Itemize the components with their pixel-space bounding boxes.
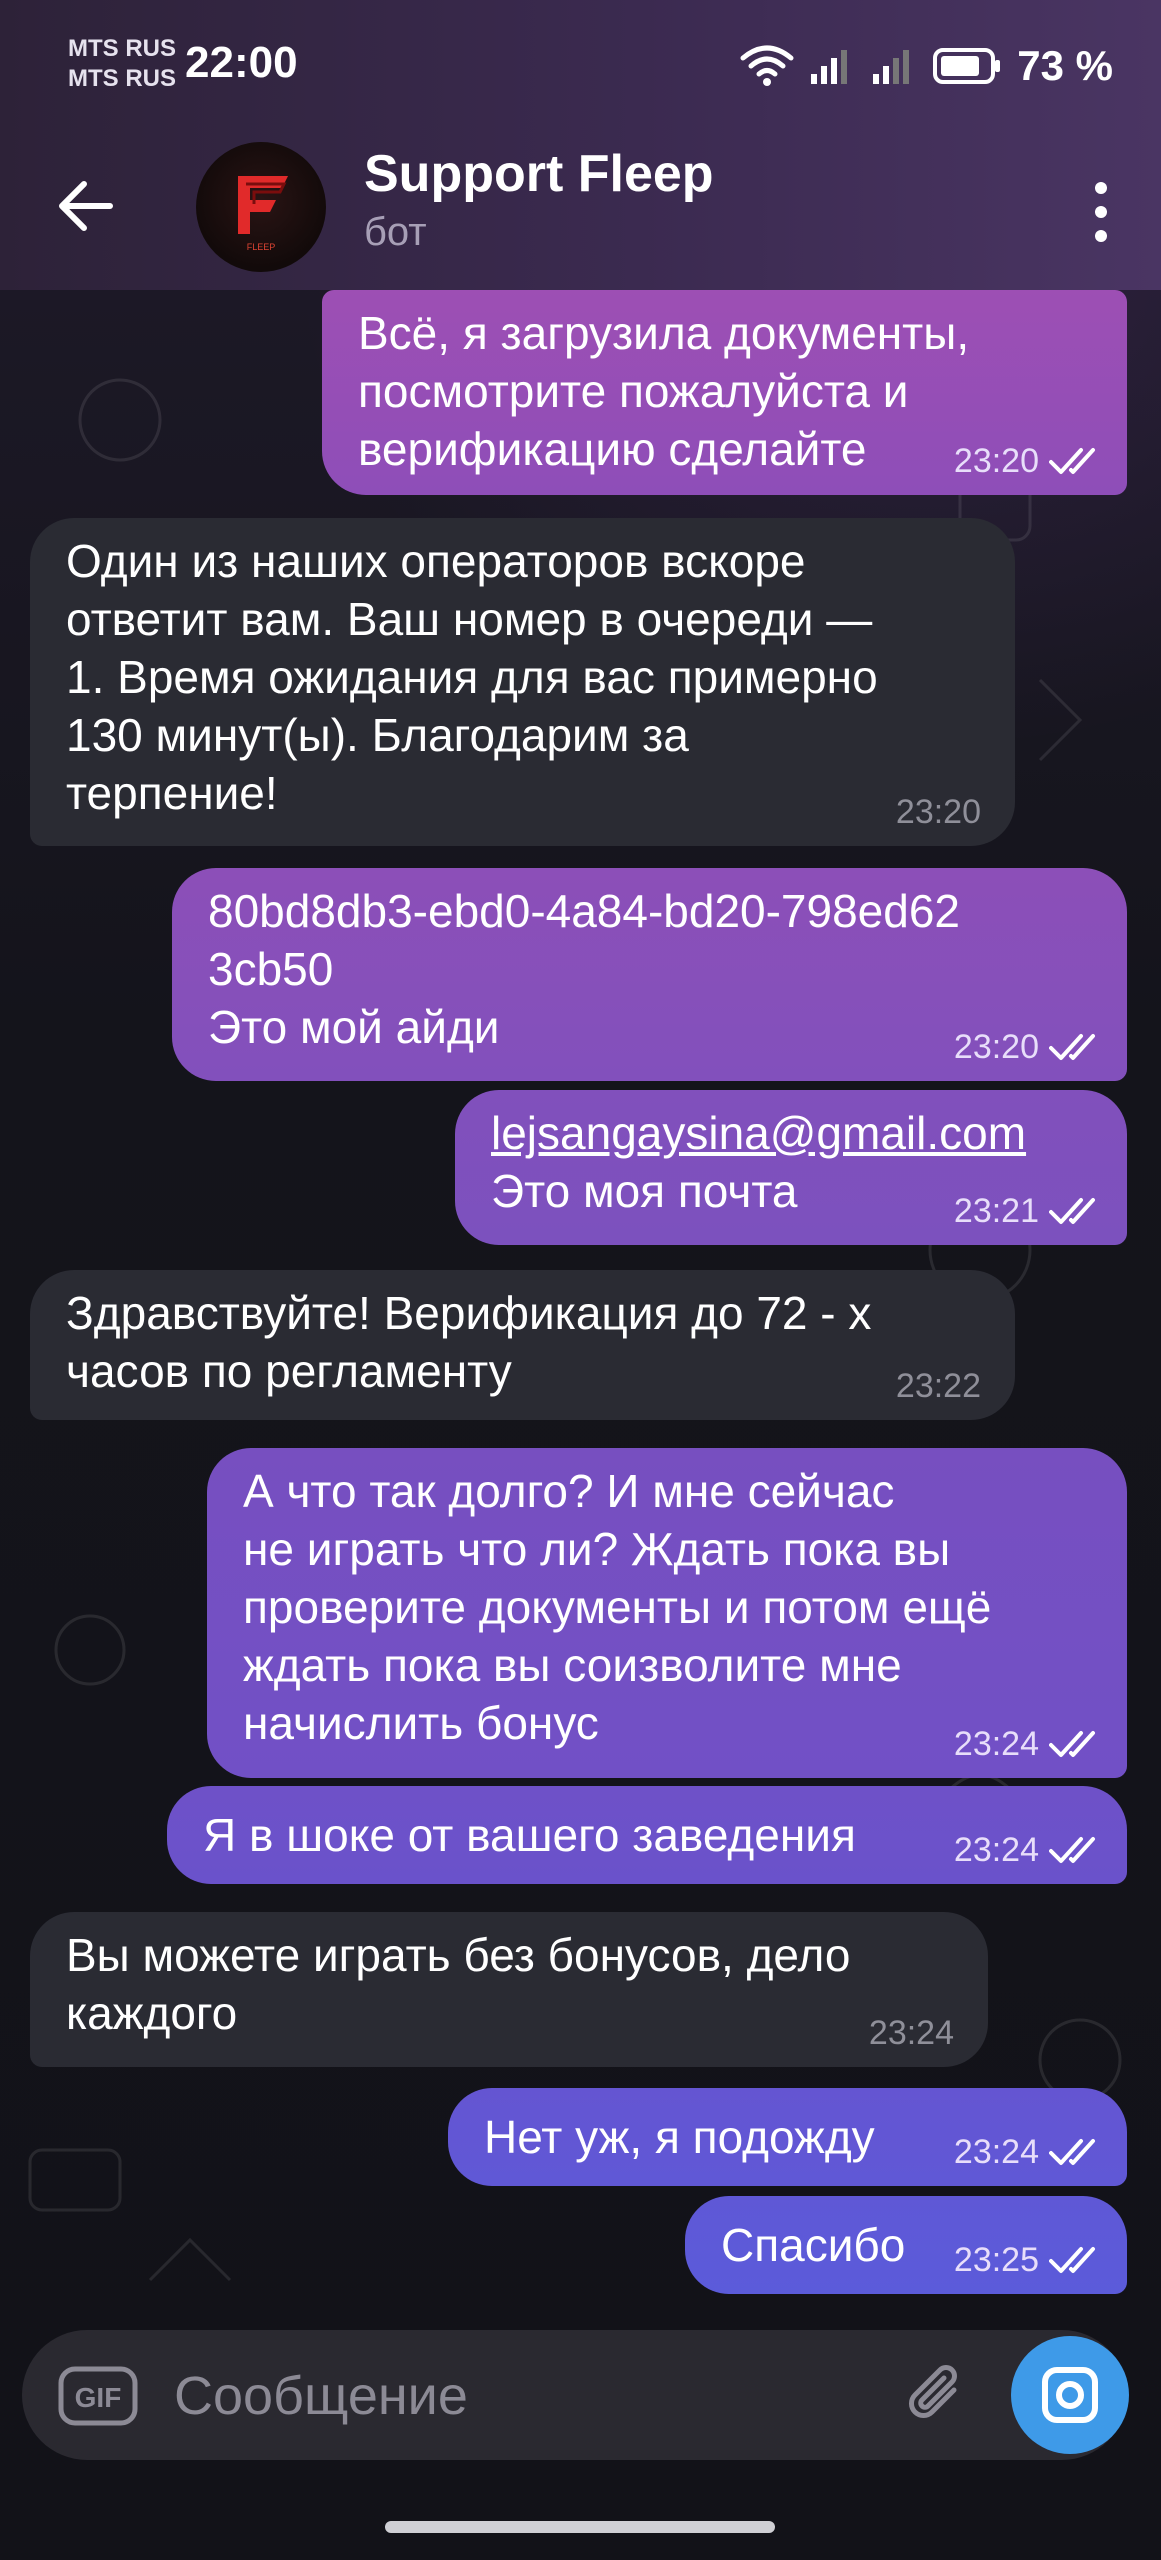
paperclip-icon[interactable] (902, 2360, 974, 2432)
double-check-icon (1049, 1034, 1095, 1060)
home-indicator[interactable] (385, 2521, 775, 2533)
double-check-icon (1049, 2139, 1095, 2165)
camera-icon (1042, 2367, 1098, 2423)
battery-percent: 73 % (1017, 42, 1113, 89)
logo-text: FLEEP (247, 242, 276, 252)
message-meta: 23:21 (954, 1191, 1103, 1231)
message-composer: GIF (22, 2330, 1127, 2460)
carrier-1: MTS RUS (68, 35, 176, 62)
message-time: 23:25 (953, 2241, 1039, 2279)
message-incoming[interactable]: Здравствуйте! Верификация до 72 - х часо… (30, 1270, 1015, 1420)
gif-button[interactable]: GIF (58, 2366, 138, 2426)
message-outgoing[interactable]: Я в шоке от вашего заведения 23:24 (167, 1786, 1127, 1884)
wifi-icon (740, 45, 794, 86)
carrier-labels: MTS RUS MTS RUS (68, 34, 176, 94)
gif-label: GIF (75, 2382, 122, 2413)
system-icons: 73 % (739, 38, 1113, 94)
message-outgoing[interactable]: Нет уж, я подожду 23:24 (448, 2088, 1127, 2186)
message-time: 23:24 (868, 2014, 954, 2052)
message-time: 23:20 (895, 793, 981, 831)
message-meta: 23:25 (954, 2240, 1103, 2280)
more-vertical-icon[interactable] (1071, 170, 1131, 254)
message-meta: 23:22 (896, 1366, 981, 1406)
message-meta: 23:24 (954, 2132, 1103, 2172)
app-header-bar: MTS RUS MTS RUS 22:00 73 % FLEEP Support… (0, 0, 1161, 290)
message-time: 23:20 (953, 442, 1039, 480)
message-text: Один из наших операторов вскоре ответит … (66, 535, 878, 819)
message-time: 23:21 (953, 1192, 1039, 1230)
arrow-left-icon[interactable] (50, 170, 122, 242)
message-incoming[interactable]: Один из наших операторов вскоре ответит … (30, 518, 1015, 846)
message-time: 23:22 (895, 1367, 981, 1405)
message-time: 23:24 (953, 2133, 1039, 2171)
message-time: 23:24 (953, 1831, 1039, 1869)
fleep-logo: FLEEP (238, 176, 288, 252)
carrier-2: MTS RUS (68, 65, 176, 92)
message-meta: 23:20 (896, 792, 981, 832)
message-outgoing[interactable]: Спасибо 23:25 (685, 2196, 1127, 2294)
double-check-icon (1049, 1731, 1095, 1757)
message-incoming[interactable]: Вы можете играть без бонусов, дело каждо… (30, 1912, 988, 2067)
message-text: Вы можете играть без бонусов, дело каждо… (66, 1929, 851, 2039)
message-meta: 23:24 (954, 1830, 1103, 1870)
double-check-icon (1049, 1198, 1095, 1224)
avatar[interactable]: FLEEP (196, 142, 326, 272)
chat-header: FLEEP Support Fleep бот (0, 130, 1161, 290)
message-meta: 23:20 (954, 1027, 1103, 1067)
signal-icon (873, 50, 910, 84)
double-check-icon (1049, 2247, 1095, 2273)
message-outgoing[interactable]: lejsangaysina@gmail.com Это моя почта 23… (455, 1090, 1127, 1245)
message-text: Здравствуйте! Верификация до 72 - х часо… (66, 1287, 872, 1397)
double-check-icon (1049, 1837, 1095, 1863)
message-meta: 23:20 (954, 441, 1103, 481)
message-outgoing[interactable]: Всё, я загрузила документы, посмотрите п… (322, 290, 1127, 495)
status-time: 22:00 (185, 38, 298, 87)
signal-icon (811, 50, 848, 84)
battery-icon (933, 48, 1001, 84)
chat-subtitle: бот (364, 210, 427, 254)
message-meta: 23:24 (954, 1724, 1103, 1764)
camera-button[interactable] (1011, 2336, 1129, 2454)
double-check-icon (1049, 448, 1095, 474)
message-time: 23:24 (953, 1725, 1039, 1763)
email-link[interactable]: lejsangaysina@gmail.com (491, 1104, 1091, 1162)
message-outgoing[interactable]: 80bd8db3-ebd0-4a84-bd20-798ed62 3cb50 Эт… (172, 868, 1127, 1081)
message-meta: 23:24 (869, 2013, 954, 2053)
status-bar: MTS RUS MTS RUS 22:00 73 % (0, 0, 1161, 135)
message-time: 23:20 (953, 1028, 1039, 1066)
message-input[interactable] (172, 2358, 876, 2434)
chat-title[interactable]: Support Fleep (364, 144, 714, 204)
message-outgoing[interactable]: А что так долго? И мне сейчас не играть … (207, 1448, 1127, 1778)
message-text: А что так долго? И мне сейчас не играть … (243, 1465, 992, 1749)
